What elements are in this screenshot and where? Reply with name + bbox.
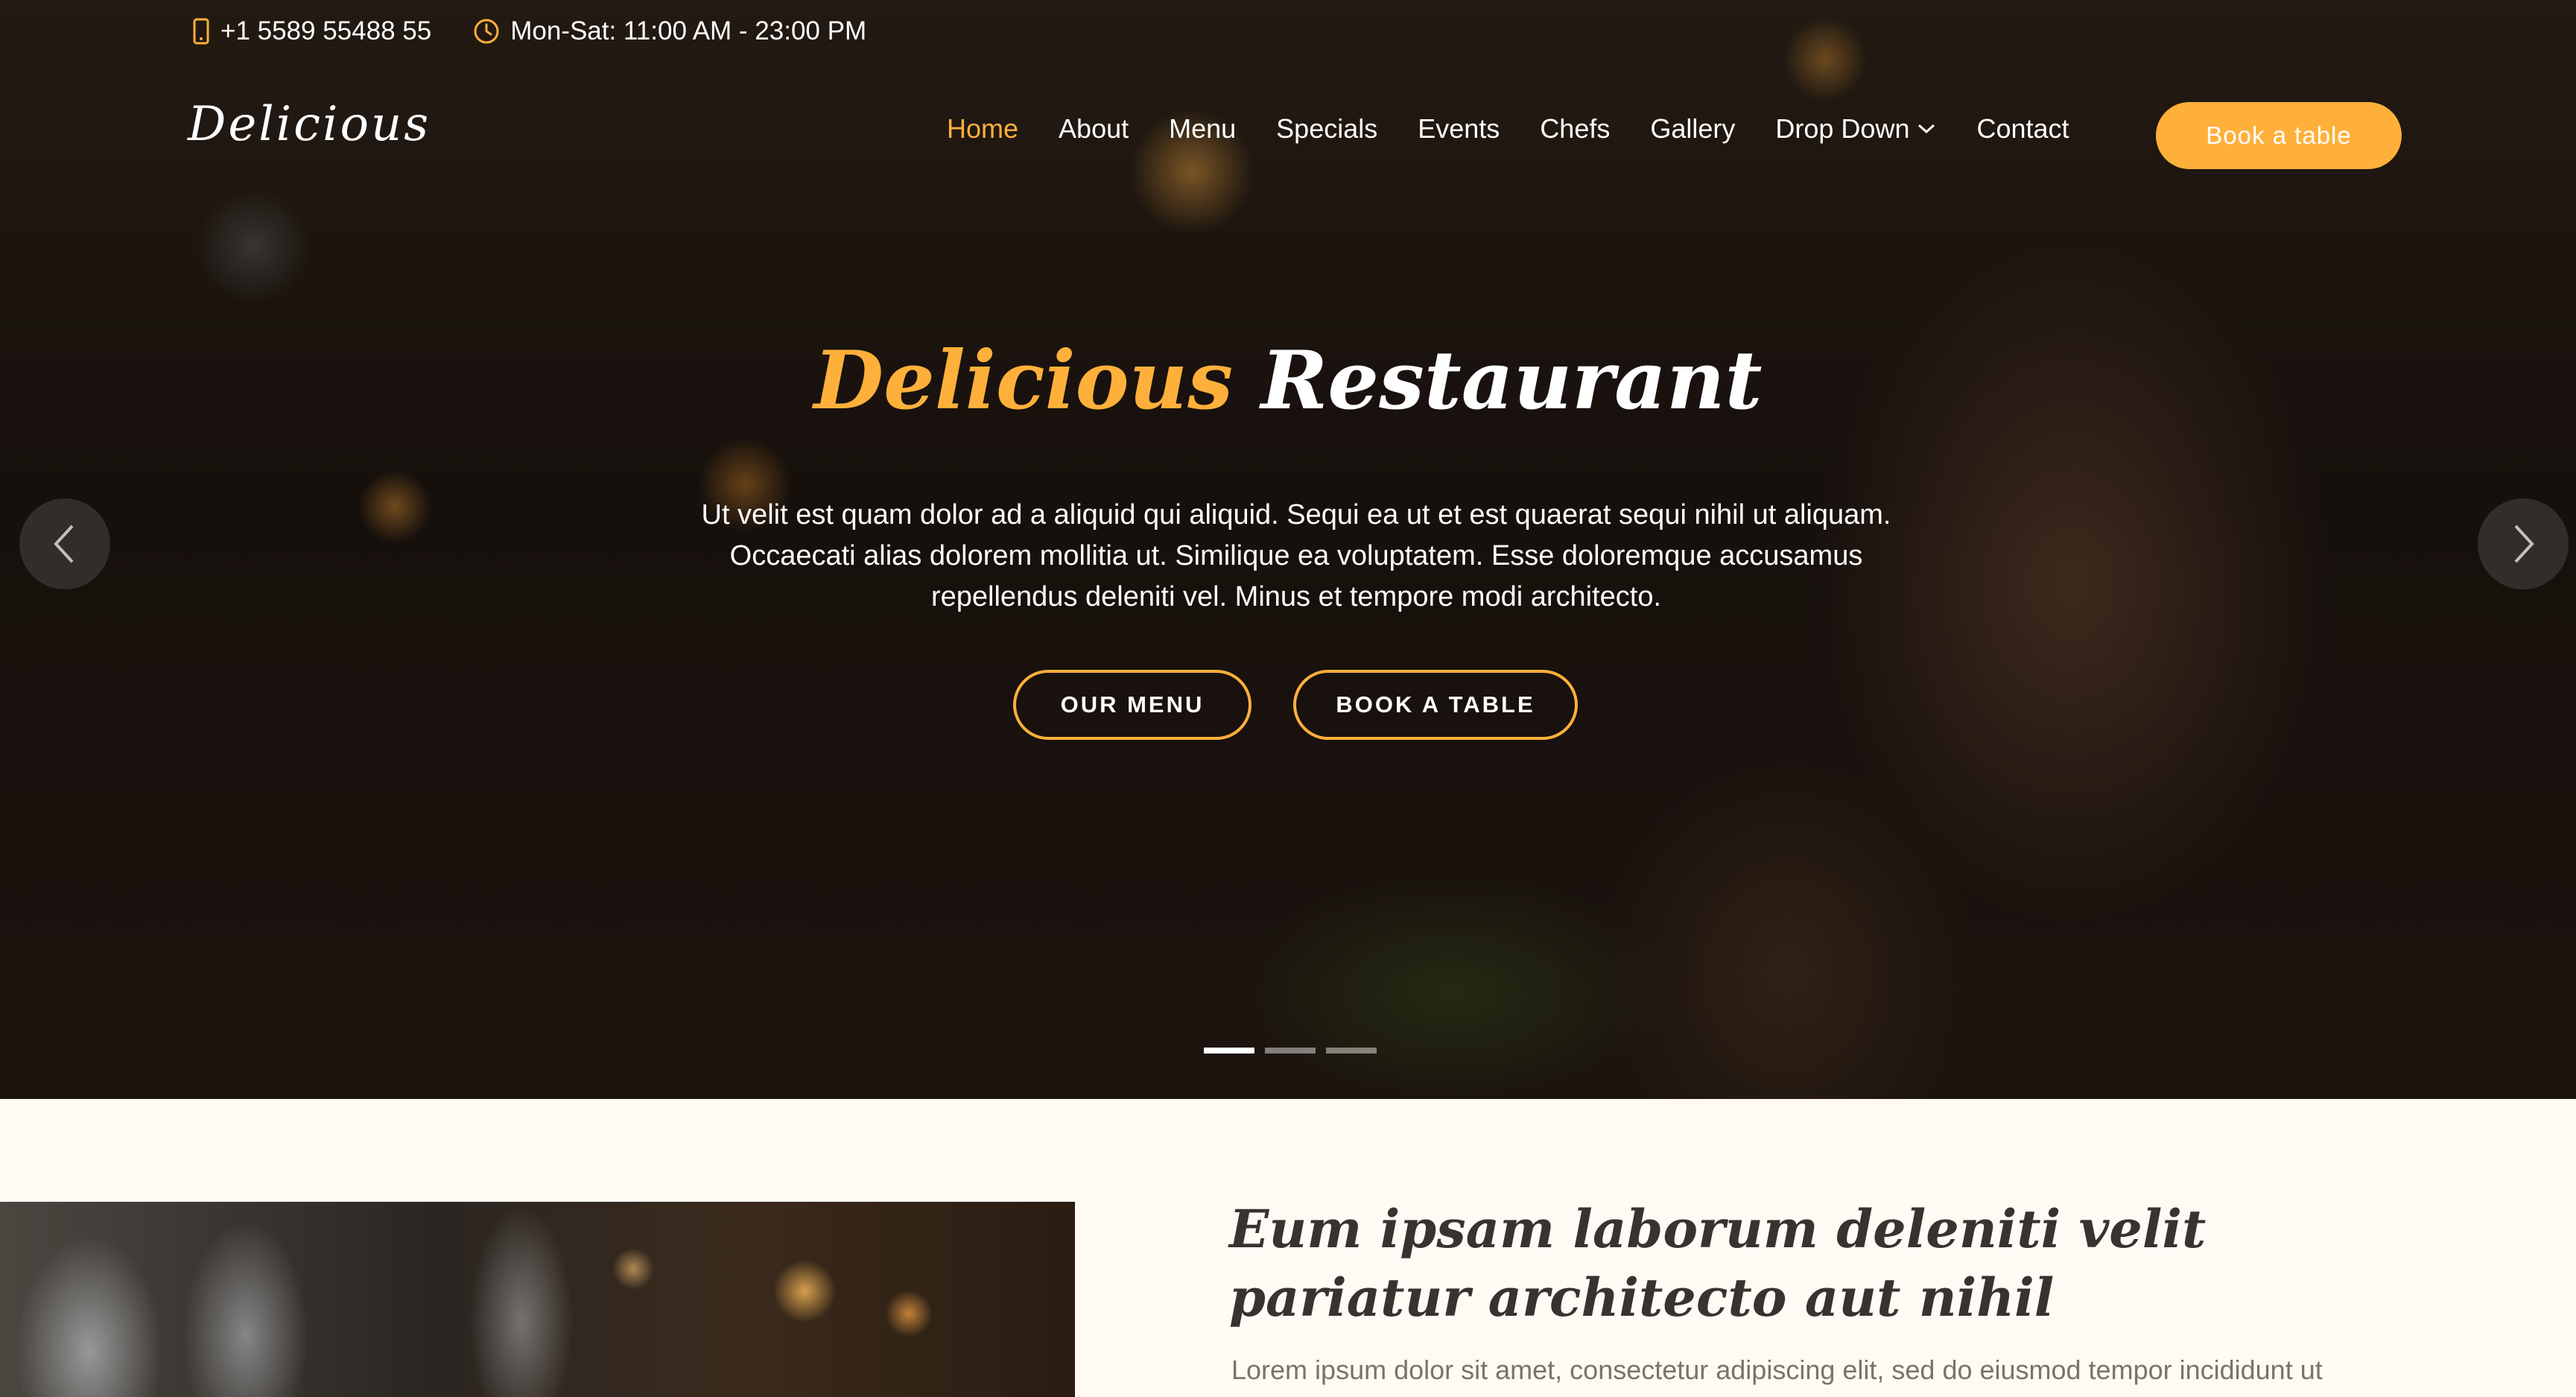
hero-title-accent: Delicious [813,334,1233,428]
about-heading: Eum ipsam laborum deleniti velit pariatu… [1229,1195,2436,1332]
site-logo[interactable]: Delicious [188,97,431,152]
chevron-right-icon [2514,525,2534,563]
carousel-indicator-3[interactable] [1326,1048,1377,1054]
about-text: Lorem ipsum dolor sit amet, consectetur … [1231,1355,2323,1385]
carousel-indicators [1204,1048,1377,1054]
carousel-prev-button[interactable] [19,498,110,589]
phone-contact: +1 5589 55488 55 [192,16,431,46]
hero-title: Delicious Restaurant [0,334,2576,428]
chevron-down-icon [1918,124,1935,134]
nav-dropdown-label: Drop Down [1775,113,1910,144]
hero-carousel: +1 5589 55488 55 Mon-Sat: 11:00 AM - 23:… [0,0,2576,1099]
phone-icon [192,18,210,45]
about-heading-light: Eum ipsam laborum deleniti [1229,1198,2061,1260]
nav-about[interactable]: About [1059,113,1129,145]
hero-description: Ut velit est quam dolor ad a aliquid qui… [701,499,1891,612]
carousel-indicator-1[interactable] [1204,1048,1254,1054]
nav-chefs[interactable]: Chefs [1540,113,1610,145]
nav-menu[interactable]: Menu [1169,113,1236,145]
book-table-button[interactable]: Book a table [2156,102,2402,169]
about-image [0,1202,1075,1397]
nav-events[interactable]: Events [1418,113,1500,145]
nav-dropdown[interactable]: Drop Down [1775,113,1936,145]
phone-number: +1 5589 55488 55 [221,16,432,45]
carousel-indicator-2[interactable] [1265,1048,1316,1054]
opening-hours: Mon-Sat: 11:00 AM - 23:00 PM [473,16,866,46]
our-menu-button[interactable]: OUR MENU [1013,670,1251,740]
nav-home[interactable]: Home [947,113,1018,145]
nav-contact[interactable]: Contact [1976,113,2069,145]
top-bar: +1 5589 55488 55 Mon-Sat: 11:00 AM - 23:… [192,16,866,46]
carousel-next-button[interactable] [2478,498,2569,589]
hero-title-rest: Restaurant [1260,334,1763,428]
hours-text: Mon-Sat: 11:00 AM - 23:00 PM [510,16,867,45]
clock-icon [473,18,500,45]
hero-book-table-button[interactable]: BOOK A TABLE [1293,670,1578,740]
main-nav: Home About Menu Specials Events Chefs Ga… [947,113,2069,145]
chevron-left-icon [54,525,74,563]
nav-gallery[interactable]: Gallery [1650,113,1735,145]
nav-specials[interactable]: Specials [1276,113,1377,145]
